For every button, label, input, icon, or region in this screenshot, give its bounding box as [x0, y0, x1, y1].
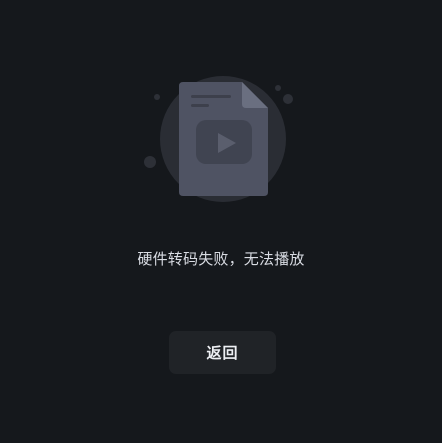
- document-line: [191, 104, 209, 107]
- document-line: [191, 95, 231, 98]
- decorative-dot: [283, 94, 293, 104]
- decorative-dot: [154, 94, 160, 100]
- decorative-dot: [275, 85, 281, 91]
- back-button[interactable]: 返回: [169, 331, 276, 374]
- video-file-error-icon: [144, 76, 293, 202]
- error-message: 硬件转码失败，无法播放: [137, 250, 305, 268]
- decorative-dot: [144, 156, 156, 168]
- error-illustration: [0, 0, 442, 230]
